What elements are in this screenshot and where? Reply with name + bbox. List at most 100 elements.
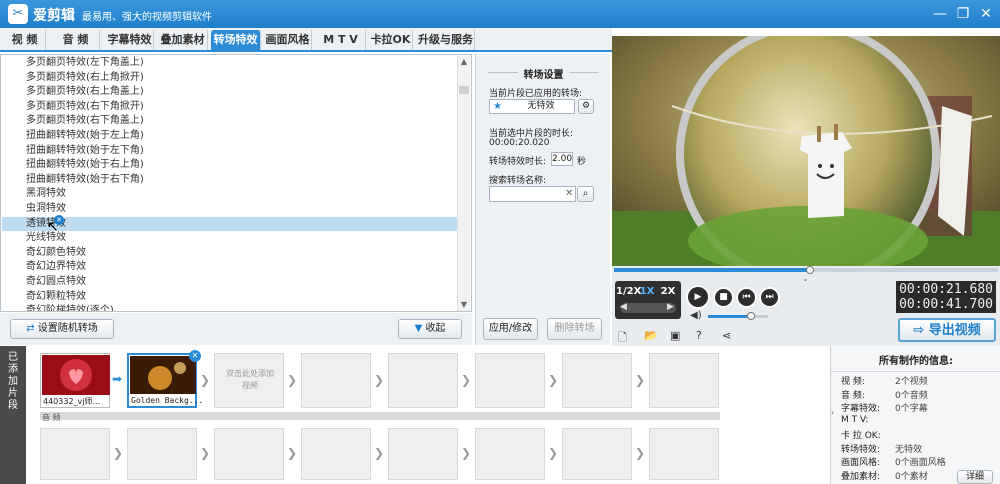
- save-icon[interactable]: ▣: [670, 329, 680, 342]
- transition-list-item[interactable]: 虫洞特效: [2, 202, 458, 217]
- search-icon[interactable]: ⌕: [577, 186, 594, 202]
- audio-slot[interactable]: [40, 428, 110, 480]
- tab-overlay[interactable]: 叠加素材: [158, 30, 208, 50]
- transition-list-item[interactable]: 多页翻页特效(右下角盖上): [2, 114, 458, 129]
- add-transition-badge-icon[interactable]: ✕: [54, 215, 64, 225]
- speed-normal-button[interactable]: 1X: [638, 286, 656, 297]
- transition-arrow-icon[interactable]: ❯: [548, 374, 560, 386]
- progress-knob[interactable]: [805, 266, 814, 274]
- transition-arrow-icon[interactable]: ❯: [287, 374, 299, 386]
- speed-double-button[interactable]: 2X: [658, 286, 678, 297]
- speed-half-button[interactable]: 1/2X: [616, 286, 641, 297]
- tab-picture-style[interactable]: 画面风格: [264, 30, 312, 50]
- close-icon[interactable]: ✕: [976, 4, 996, 24]
- applied-transition-value: 无特效: [527, 101, 555, 111]
- next-frame-icon[interactable]: ⏭: [759, 287, 780, 308]
- transition-list-item[interactable]: 扭曲翻转特效(始于左下角): [2, 144, 458, 159]
- preview-frame-image: [612, 36, 1000, 266]
- random-transition-button[interactable]: ⇄ 设置随机转场: [10, 319, 114, 339]
- empty-video-slot[interactable]: [649, 353, 719, 408]
- tab-karaoke[interactable]: 卡拉OK: [369, 30, 413, 50]
- volume-track[interactable]: [708, 315, 768, 318]
- expand-chevron-icon[interactable]: ⌄: [802, 274, 809, 283]
- audio-slot[interactable]: [649, 428, 719, 480]
- effect-duration-unit: 秒: [577, 157, 587, 167]
- added-clips-tab[interactable]: 已添加片段: [0, 346, 26, 484]
- audio-slot[interactable]: [562, 428, 632, 480]
- help-icon[interactable]: ?: [696, 329, 702, 342]
- audio-slot[interactable]: [301, 428, 371, 480]
- empty-video-slot[interactable]: [562, 353, 632, 408]
- tab-transition-effects[interactable]: 转场特效: [211, 30, 261, 50]
- video-preview[interactable]: [612, 36, 1000, 266]
- transition-list-item[interactable]: 黑洞特效: [2, 187, 458, 202]
- audio-slot[interactable]: [388, 428, 458, 480]
- open-folder-icon[interactable]: 📂: [644, 329, 658, 342]
- transition-arrow-icon[interactable]: ❯: [374, 374, 386, 386]
- settings-title: 转场设置: [523, 70, 564, 81]
- audio-arrow-icon: ❯: [635, 446, 646, 460]
- transition-list-item[interactable]: 扭曲翻转特效(始于右上角): [2, 158, 458, 173]
- collapse-button[interactable]: ▼ 收起: [398, 319, 462, 339]
- info-expand-icon[interactable]: ›: [831, 408, 834, 417]
- transition-list-item[interactable]: 多页翻页特效(右下角掀开): [2, 100, 458, 115]
- play-icon[interactable]: ▶: [686, 285, 710, 309]
- transition-list-item[interactable]: 奇幻边界特效: [2, 260, 458, 275]
- tab-audio[interactable]: 音 频: [52, 30, 100, 50]
- clip-thumbnail-1[interactable]: 440332_vj师...: [40, 353, 110, 408]
- share-icon[interactable]: ⋖: [722, 329, 731, 342]
- stop-icon[interactable]: ■: [713, 287, 734, 308]
- info-row-value: 无特效: [895, 444, 923, 455]
- audio-slot[interactable]: [127, 428, 197, 480]
- tab-mtv[interactable]: M T V: [316, 30, 366, 50]
- transition-arrow-icon[interactable]: ❯: [461, 374, 473, 386]
- empty-video-slot[interactable]: [475, 353, 545, 408]
- transition-list-item[interactable]: 奇幻阶梯特效(逐个): [2, 304, 458, 311]
- transition-gear-icon[interactable]: ⚙: [578, 99, 594, 114]
- transition-list-item[interactable]: 多页翻页特效(右上角掀开): [2, 71, 458, 86]
- transition-arrow-icon[interactable]: ❯: [635, 374, 647, 386]
- transition-list-item[interactable]: 多页翻页特效(右上角盖上): [2, 85, 458, 100]
- rewind-icon[interactable]: ◀: [620, 302, 627, 312]
- restore-icon[interactable]: ❐: [953, 4, 973, 24]
- list-scrollbar[interactable]: ▲ ▼: [457, 56, 470, 311]
- minimize-icon[interactable]: —: [930, 4, 950, 24]
- add-video-slot[interactable]: 双击此处添加视频: [214, 353, 284, 408]
- clip-thumbnail-2[interactable]: Golden Backg...: [127, 353, 203, 408]
- prev-frame-icon[interactable]: ⏮: [736, 287, 757, 308]
- scroll-up-icon[interactable]: ▲: [458, 56, 470, 68]
- details-button[interactable]: 详细: [957, 470, 993, 484]
- volume-icon[interactable]: ◀): [690, 310, 702, 321]
- info-row-label: 字幕特效:: [841, 404, 881, 414]
- transition-list-item[interactable]: 透镜特效: [2, 216, 458, 232]
- effect-duration-input[interactable]: 2.00: [551, 152, 573, 166]
- transition-list-item[interactable]: 光线特效: [2, 231, 458, 246]
- audio-arrow-icon: ❯: [287, 446, 298, 460]
- transition-list-item[interactable]: 扭曲翻转特效(始于左上角): [2, 129, 458, 144]
- current-time: 00:00:21.680: [899, 282, 993, 297]
- apply-modify-button[interactable]: 应用/修改: [483, 318, 538, 340]
- transition-arrow-icon[interactable]: ❯: [200, 374, 212, 386]
- remove-clip-icon[interactable]: ✕: [189, 350, 201, 362]
- scroll-down-icon[interactable]: ▼: [458, 299, 470, 311]
- transition-list-item[interactable]: 扭曲翻转特效(始于右下角): [2, 173, 458, 188]
- clip-arrow-1[interactable]: ➡: [112, 373, 124, 385]
- export-video-button[interactable]: ⇨ 导出视频: [898, 318, 996, 342]
- audio-slot[interactable]: [214, 428, 284, 480]
- search-transition-input[interactable]: [489, 186, 576, 202]
- scroll-thumb[interactable]: [459, 86, 469, 94]
- tab-video[interactable]: 视 频: [4, 30, 46, 50]
- transition-list-item[interactable]: 奇幻颗粒特效: [2, 290, 458, 305]
- transition-list-item[interactable]: 多页翻页特效(左下角盖上): [2, 56, 458, 71]
- transition-list-item[interactable]: 奇幻圆点特效: [2, 275, 458, 290]
- volume-knob[interactable]: [747, 312, 756, 320]
- delete-transition-button[interactable]: 删除转场: [547, 318, 602, 340]
- tab-upgrade-service[interactable]: 升级与服务: [417, 30, 475, 50]
- forward-icon[interactable]: ▶: [667, 302, 674, 312]
- empty-video-slot[interactable]: [301, 353, 371, 408]
- tab-subtitle-effects[interactable]: 字幕特效: [106, 30, 154, 50]
- audio-slot[interactable]: [475, 428, 545, 480]
- transition-list-item[interactable]: 奇幻颜色特效: [2, 246, 458, 261]
- empty-video-slot[interactable]: [388, 353, 458, 408]
- clear-search-icon[interactable]: ✕: [565, 188, 573, 199]
